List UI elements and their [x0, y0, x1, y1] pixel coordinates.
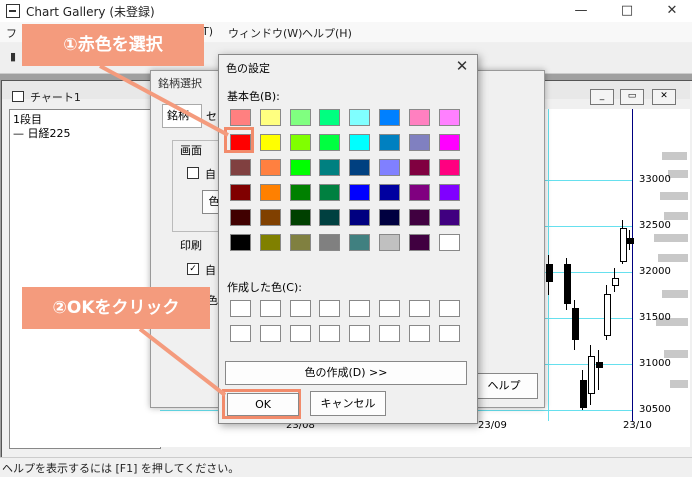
callout-arrow-1 [99, 64, 229, 137]
callout-arrows [99, 64, 229, 397]
callout-arrow-2 [138, 327, 227, 397]
